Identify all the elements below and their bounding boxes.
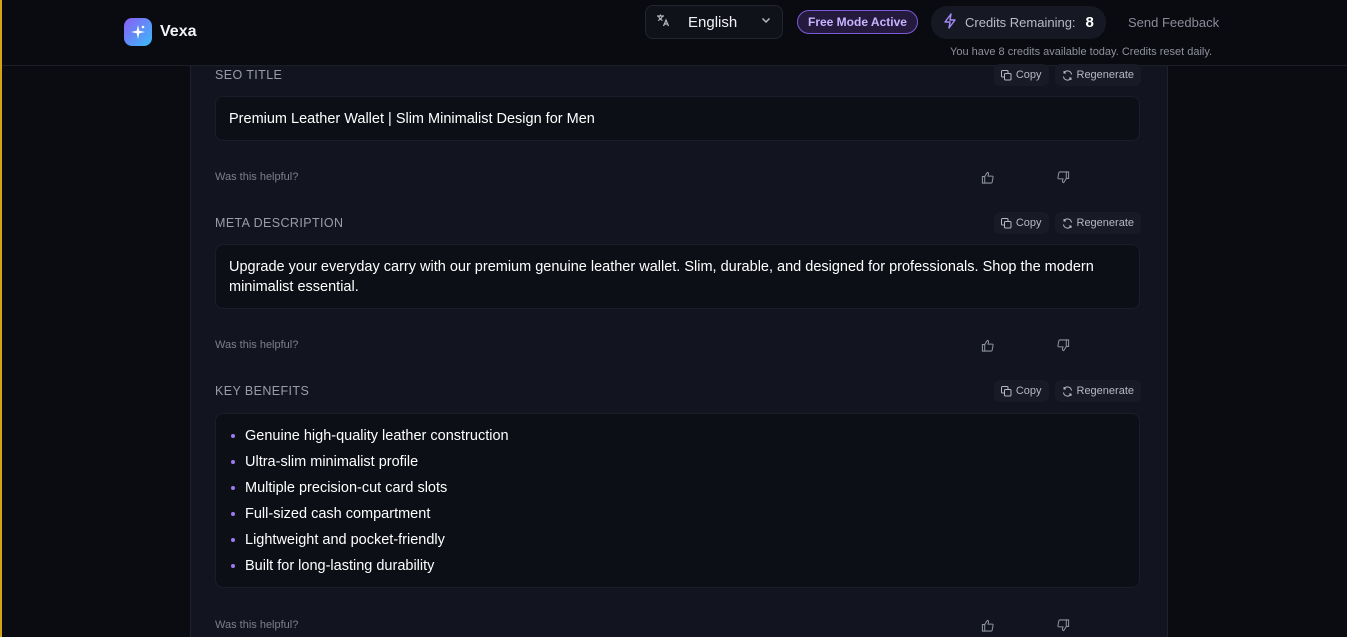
thumbs-up-icon[interactable] xyxy=(981,619,994,637)
seo-title-text: Premium Leather Wallet | Slim Minimalist… xyxy=(229,110,595,127)
brand[interactable]: Vexa xyxy=(124,18,196,46)
refresh-icon xyxy=(1062,385,1072,397)
list-item: Genuine high-quality leather constructio… xyxy=(229,423,1126,449)
list-item-text: Multiple precision-cut card slots xyxy=(245,480,448,496)
copy-button[interactable]: Copy xyxy=(993,212,1049,234)
copy-label: Copy xyxy=(1015,217,1042,229)
language-label: English xyxy=(688,13,738,31)
copy-icon xyxy=(1000,385,1012,396)
lightning-icon xyxy=(943,13,957,32)
regenerate-label: Regenerate xyxy=(1076,385,1135,397)
meta-description-actions: Copy Regenerate xyxy=(993,212,1141,234)
thumbs-down-icon[interactable] xyxy=(1057,171,1070,189)
regenerate-button[interactable]: Regenerate xyxy=(1054,212,1141,234)
credits-note: You have 8 credits available today. Cred… xyxy=(950,46,1213,58)
bullet-icon xyxy=(231,460,235,464)
copy-label: Copy xyxy=(1015,69,1042,81)
thumbs-up-icon[interactable] xyxy=(981,339,994,357)
content-panel: SEO TITLE Copy Regenerate Premium Leathe… xyxy=(190,64,1168,637)
free-mode-badge: Free Mode Active xyxy=(797,10,918,34)
chevron-down-icon xyxy=(760,13,772,31)
bullet-icon xyxy=(231,538,235,542)
copy-icon xyxy=(1000,217,1012,228)
list-item-text: Lightweight and pocket-friendly xyxy=(245,532,445,548)
credits-label: Credits Remaining: xyxy=(965,15,1076,30)
list-item: Lightweight and pocket-friendly xyxy=(229,527,1126,553)
top-bar: Vexa English Free Mode Active Credits Re… xyxy=(2,0,1347,66)
regenerate-label: Regenerate xyxy=(1076,217,1135,229)
list-item-text: Full-sized cash compartment xyxy=(245,506,431,522)
helpful-prompt: Was this helpful? xyxy=(215,619,299,631)
thumbs-up-icon[interactable] xyxy=(981,171,994,189)
bullet-icon xyxy=(231,434,235,438)
list-item: Ultra-slim minimalist profile xyxy=(229,449,1126,475)
brand-name: Vexa xyxy=(160,23,197,40)
copy-button[interactable]: Copy xyxy=(993,380,1049,402)
copy-label: Copy xyxy=(1015,385,1042,397)
list-item: Full-sized cash compartment xyxy=(229,501,1126,527)
regenerate-button[interactable]: Regenerate xyxy=(1054,64,1141,86)
helpful-prompt: Was this helpful? xyxy=(215,171,299,183)
bullet-icon xyxy=(231,486,235,490)
list-item-text: Ultra-slim minimalist profile xyxy=(245,454,419,470)
helpful-prompt: Was this helpful? xyxy=(215,339,299,351)
translate-icon xyxy=(656,13,670,32)
seo-title-actions: Copy Regenerate xyxy=(993,64,1141,86)
sparkles-icon xyxy=(124,18,152,46)
list-item-text: Genuine high-quality leather constructio… xyxy=(245,428,509,444)
thumbs-down-icon[interactable] xyxy=(1057,339,1070,357)
refresh-icon xyxy=(1062,69,1072,81)
send-feedback-link[interactable]: Send Feedback xyxy=(1128,15,1219,30)
refresh-icon xyxy=(1062,217,1072,229)
meta-description-text: Upgrade your everyday carry with our pre… xyxy=(229,259,1094,295)
copy-icon xyxy=(1000,69,1012,80)
seo-title-output[interactable]: Premium Leather Wallet | Slim Minimalist… xyxy=(215,96,1140,141)
seo-title-label: SEO TITLE xyxy=(215,68,283,82)
credits-value: 8 xyxy=(1085,14,1094,31)
bullet-icon xyxy=(231,512,235,516)
key-benefits-label: KEY BENEFITS xyxy=(215,384,310,398)
credits-pill: Credits Remaining: 8 xyxy=(931,6,1106,39)
meta-description-label: META DESCRIPTION xyxy=(215,216,344,230)
list-item: Multiple precision-cut card slots xyxy=(229,475,1126,501)
key-benefits-output[interactable]: Genuine high-quality leather constructio… xyxy=(215,413,1140,588)
copy-button[interactable]: Copy xyxy=(993,64,1049,86)
regenerate-button[interactable]: Regenerate xyxy=(1054,380,1141,402)
meta-description-output[interactable]: Upgrade your everyday carry with our pre… xyxy=(215,244,1140,309)
language-select[interactable]: English xyxy=(645,5,783,39)
regenerate-label: Regenerate xyxy=(1076,69,1135,81)
key-benefits-actions: Copy Regenerate xyxy=(993,380,1141,402)
bullet-icon xyxy=(231,564,235,568)
thumbs-down-icon[interactable] xyxy=(1057,619,1070,637)
benefits-list: Genuine high-quality leather constructio… xyxy=(229,423,1126,579)
list-item: Built for long-lasting durability xyxy=(229,553,1126,579)
list-item-text: Built for long-lasting durability xyxy=(245,558,435,574)
